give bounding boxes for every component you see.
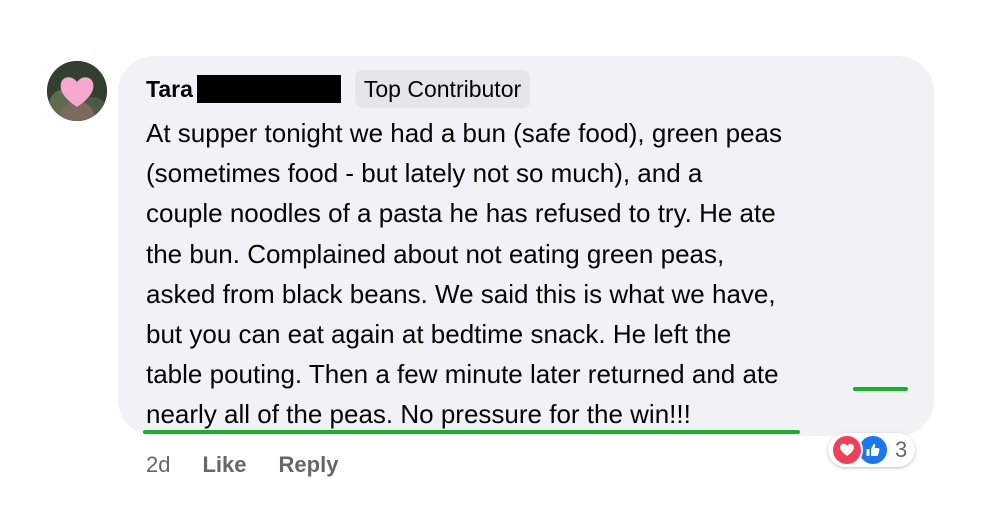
author-name[interactable]: Tara: [146, 76, 193, 103]
comment-line: (sometimes food - but lately not so much…: [146, 158, 703, 189]
redaction-bar: [196, 75, 341, 103]
reply-button[interactable]: Reply: [279, 452, 339, 478]
comment-line: table pouting. Then a few minute later r…: [146, 359, 779, 390]
comment-text: At supper tonight we had a bun (safe foo…: [146, 113, 926, 435]
comment-header: Tara Top Contributor: [146, 70, 531, 108]
reaction-summary[interactable]: 3: [828, 433, 916, 467]
comment-line: nearly all of the peas. No pressure for …: [146, 399, 691, 430]
comment-line: but you can eat again at bedtime snack. …: [146, 319, 732, 350]
comment-line: the bun. Complained about not eating gre…: [146, 238, 725, 269]
highlight-underline: [143, 430, 800, 434]
reaction-count: 3: [895, 437, 908, 462]
avatar[interactable]: [47, 61, 107, 121]
comment-line: At supper tonight we had a bun (safe foo…: [146, 118, 782, 148]
comment-actions: 2d Like Reply: [146, 452, 370, 478]
comment-line: couple noodles of a pasta he has refused…: [146, 198, 776, 229]
highlight-underline: [853, 387, 908, 391]
comment-line: asked from black beans. We said this is …: [146, 278, 776, 309]
like-button[interactable]: Like: [202, 452, 246, 478]
timestamp-link[interactable]: 2d: [146, 452, 170, 478]
heart-icon: [831, 434, 863, 466]
avatar-image: [47, 61, 107, 121]
top-contributor-badge[interactable]: Top Contributor: [354, 70, 531, 108]
